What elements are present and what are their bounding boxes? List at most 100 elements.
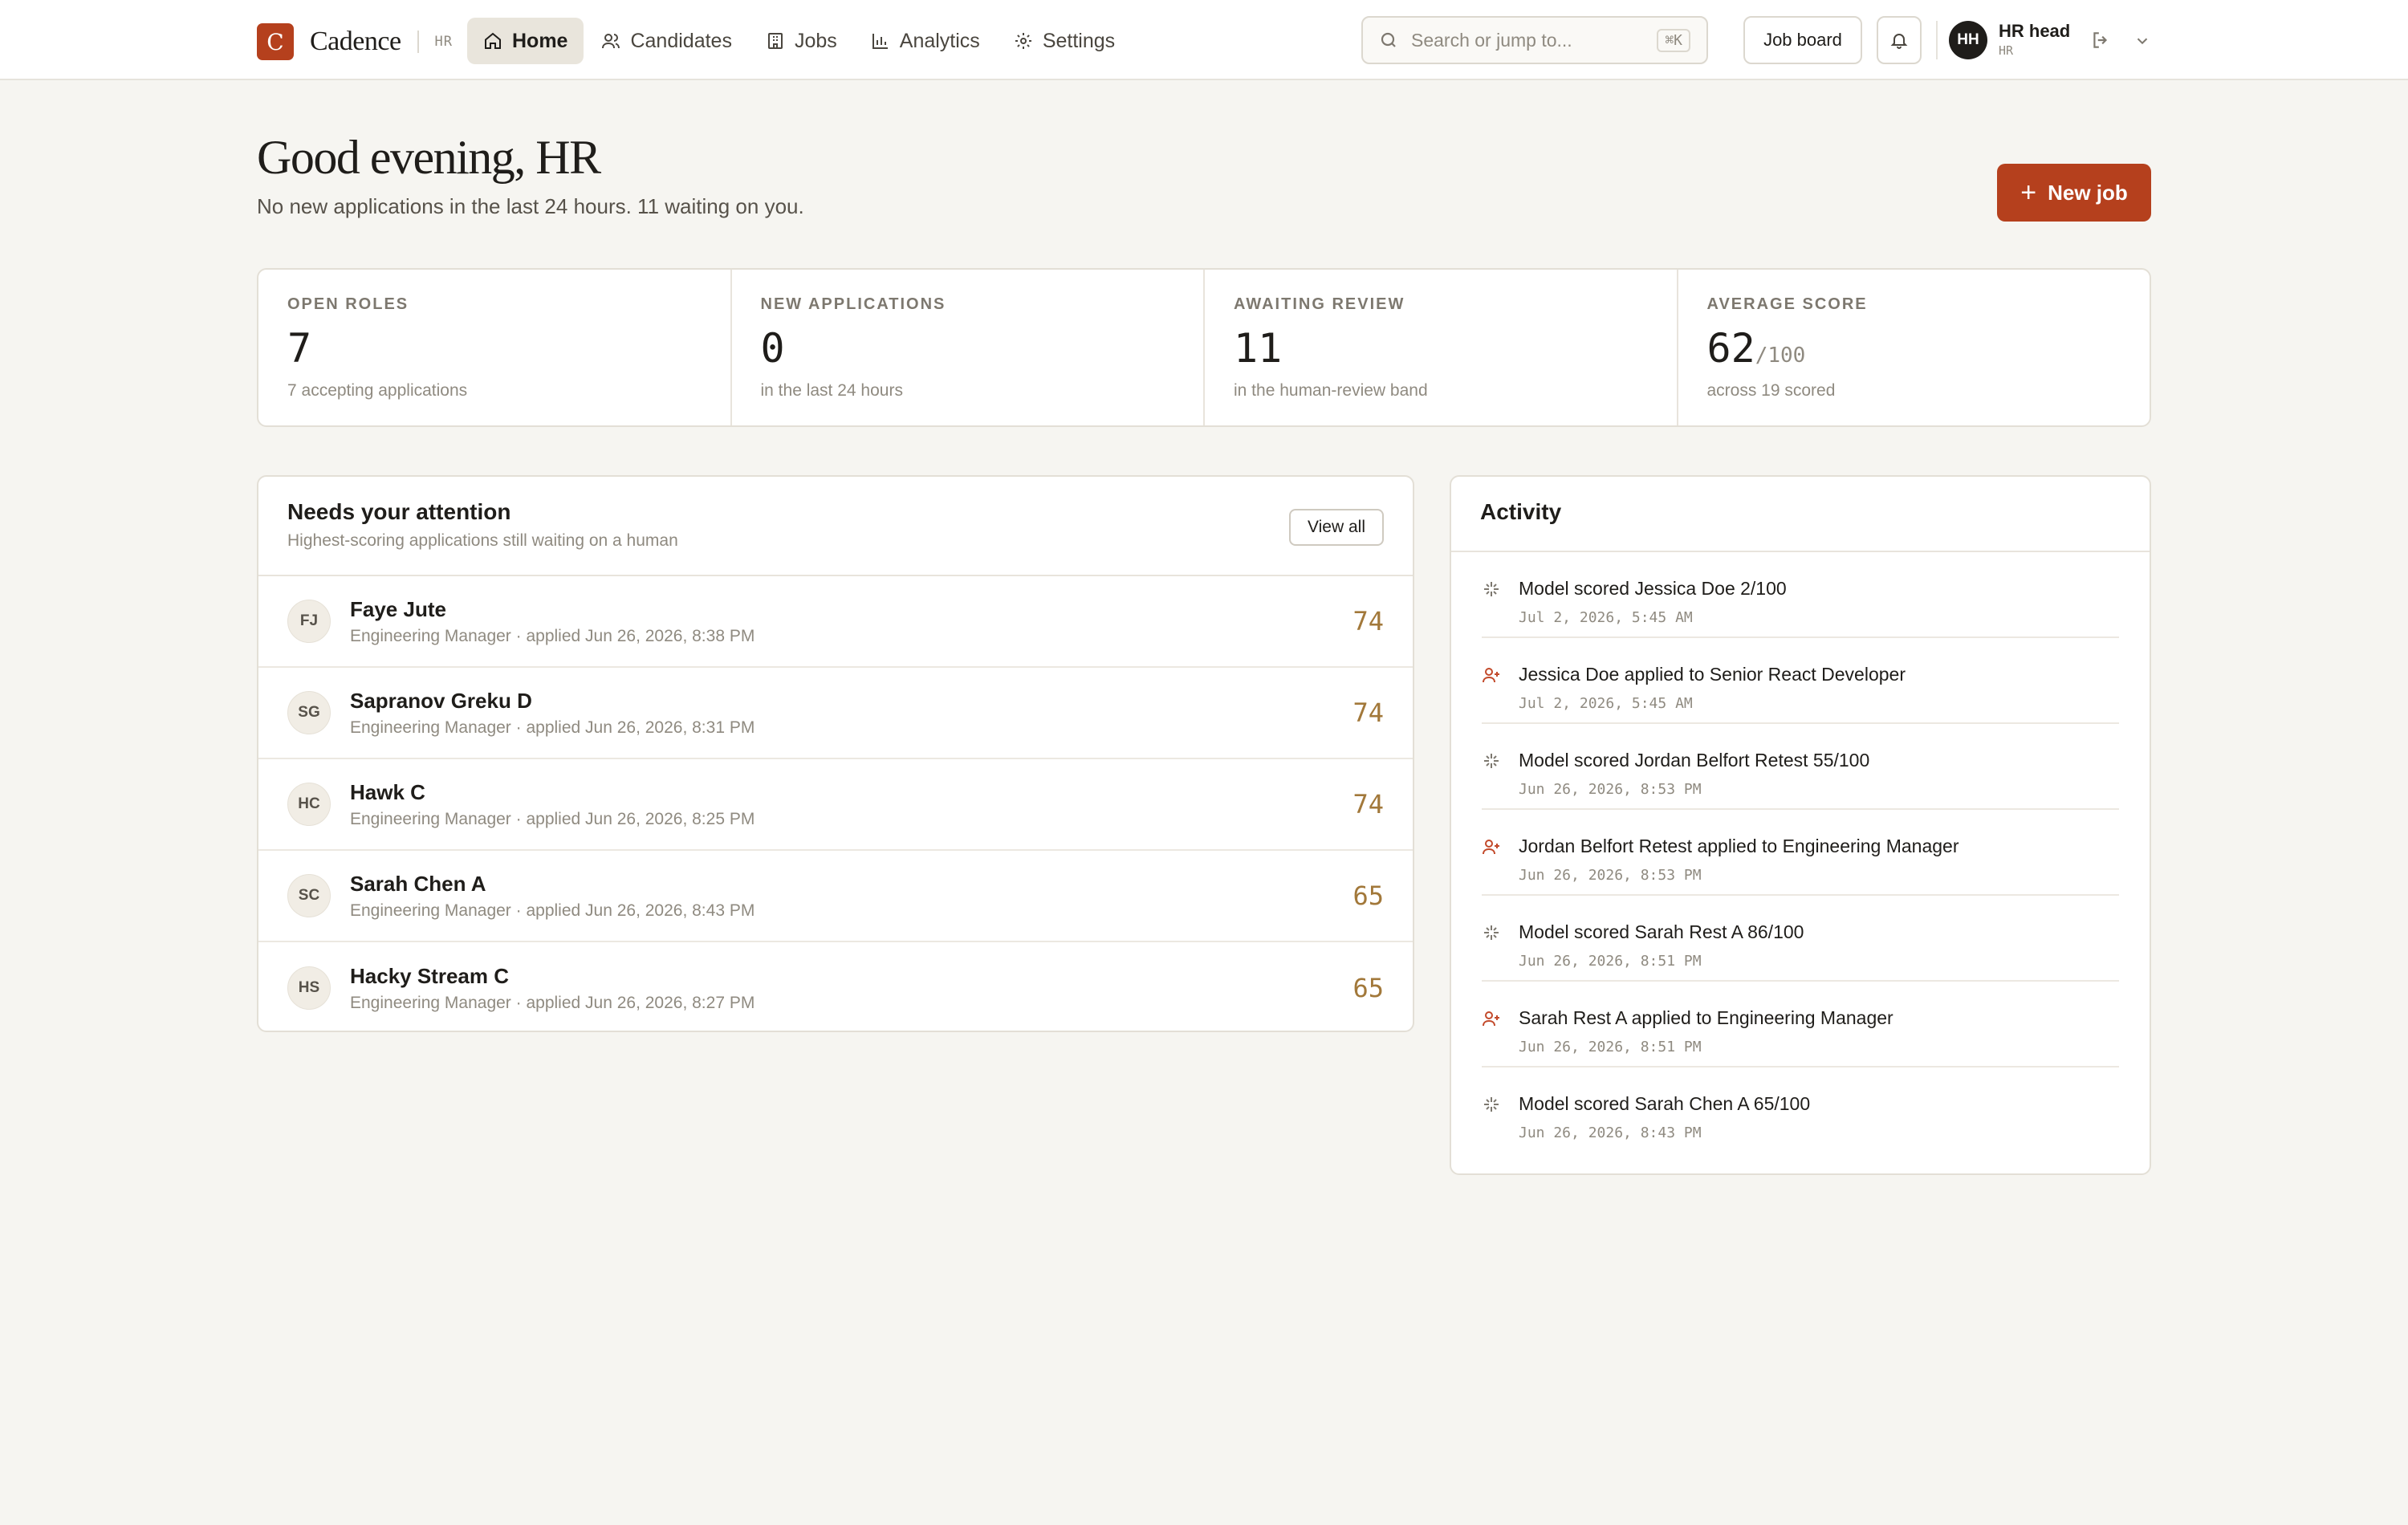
nav-jobs[interactable]: Jobs: [750, 18, 853, 64]
application-score: 65: [1352, 880, 1384, 911]
activity-text: Jordan Belfort Retest applied to Enginee…: [1519, 836, 1959, 856]
home-icon: [485, 32, 501, 49]
user-avatar[interactable]: HH: [1949, 21, 1987, 59]
stat-label: OPEN ROLES: [287, 295, 409, 313]
attention-subtitle: Highest-scoring applications still waiti…: [287, 531, 678, 550]
application-row[interactable]: SG Sapranov Greku D Engineering Manager ·…: [258, 668, 1413, 759]
application-row[interactable]: HC Hawk C Engineering Manager · applied J…: [258, 759, 1413, 851]
application-score: 74: [1352, 789, 1384, 819]
stats-panel: OPEN ROLES 7 7 accepting applications NE…: [257, 268, 2151, 427]
user-plus-icon: [1483, 1011, 1499, 1027]
activity-item: Jordan Belfort Retest applied to Enginee…: [1482, 810, 2119, 896]
candidate-avatar: HC: [287, 783, 331, 826]
job-board-button[interactable]: Job board: [1743, 16, 1862, 64]
search-icon: [1381, 32, 1396, 47]
candidate-avatar: FJ: [287, 600, 331, 643]
activity-item: Model scored Jessica Doe 2/100 Jul 2, 202…: [1482, 552, 2119, 638]
plus-icon: +: [2020, 177, 2037, 208]
application-score: 65: [1352, 973, 1384, 1003]
notifications-button[interactable]: [1877, 16, 1922, 64]
activity-title: Activity: [1480, 499, 1562, 524]
activity-item: Sarah Rest A applied to Engineering Mana…: [1482, 982, 2119, 1068]
attention-title: Needs your attention: [287, 499, 511, 524]
nav-home[interactable]: Home: [467, 18, 584, 64]
application-row[interactable]: FJ Faye Jute Engineering Manager · applie…: [258, 576, 1413, 668]
activity-list: Model scored Jessica Doe 2/100 Jul 2, 202…: [1451, 552, 2150, 1153]
sparkle-icon: [1484, 925, 1499, 940]
stat-average-score: AVERAGE SCORE 62/100 across 19 scored: [1678, 270, 2150, 425]
search-shortcut: ⌘K: [1657, 28, 1690, 52]
stat-value: 62/100: [1706, 325, 1806, 372]
users-icon: [602, 34, 620, 49]
page-title: Good evening, HR: [257, 131, 601, 184]
new-job-button[interactable]: + New job: [1997, 164, 2151, 222]
activity-time: Jul 2, 2026, 5:45 AM: [1519, 609, 1693, 626]
new-job-label: New job: [2048, 180, 2128, 205]
application-score: 74: [1352, 697, 1384, 728]
application-meta: Engineering Manager · applied Jun 26, 20…: [350, 809, 755, 828]
stat-label: NEW APPLICATIONS: [760, 295, 946, 313]
stat-label: AVERAGE SCORE: [1706, 295, 1868, 313]
nav-candidates[interactable]: Candidates: [585, 18, 747, 64]
user-plus-icon: [1483, 840, 1499, 855]
search-box[interactable]: ⌘K: [1361, 16, 1708, 64]
application-row[interactable]: SC Sarah Chen A Engineering Manager · app…: [258, 851, 1413, 942]
activity-text: Model scored Sarah Rest A 86/100: [1519, 921, 1804, 942]
brand-name: Cadence: [310, 26, 401, 56]
activity-time: Jun 26, 2026, 8:53 PM: [1519, 781, 1702, 798]
logout-icon[interactable]: [2090, 30, 2111, 51]
nav-settings[interactable]: Settings: [998, 18, 1131, 64]
nav-candidates-label: Candidates: [630, 29, 732, 52]
stat-note: across 19 scored: [1706, 381, 1836, 400]
search-input[interactable]: [1411, 29, 1658, 51]
candidate-avatar: SG: [287, 691, 331, 734]
attention-card: Needs your attention Highest-scoring app…: [257, 475, 1414, 1032]
user-plus-icon: [1483, 668, 1499, 683]
chevron-down-icon[interactable]: [2133, 32, 2151, 50]
user-name: HR head: [1999, 21, 2071, 41]
application-meta: Engineering Manager · applied Jun 26, 20…: [350, 626, 755, 645]
activity-item: Jessica Doe applied to Senior React Deve…: [1482, 638, 2119, 724]
nav-home-label: Home: [512, 29, 568, 52]
stat-note: 7 accepting applications: [287, 381, 468, 400]
stat-open-roles: OPEN ROLES 7 7 accepting applications: [258, 270, 732, 425]
activity-item: Model scored Sarah Rest A 86/100 Jun 26, …: [1482, 896, 2119, 982]
nav-analytics-label: Analytics: [899, 29, 980, 52]
building-icon: [767, 33, 783, 49]
nav-analytics[interactable]: Analytics: [855, 18, 996, 64]
stat-suffix: /100: [1755, 344, 1806, 368]
bar-chart-icon: [872, 34, 888, 49]
page-subtitle: No new applications in the last 24 hours…: [257, 194, 804, 218]
stat-value: 11: [1234, 325, 1283, 372]
activity-time: Jun 26, 2026, 8:53 PM: [1519, 867, 1702, 884]
attention-header: Needs your attention Highest-scoring app…: [258, 477, 1413, 576]
activity-text: Model scored Jordan Belfort Retest 55/10…: [1519, 750, 1870, 771]
brand[interactable]: C Cadence HR: [257, 23, 453, 60]
activity-text: Jessica Doe applied to Senior React Deve…: [1519, 664, 1906, 685]
application-meta: Engineering Manager · applied Jun 26, 20…: [350, 993, 755, 1012]
stat-value: 0: [760, 325, 785, 372]
sparkle-icon: [1484, 582, 1499, 596]
stat-new-applications: NEW APPLICATIONS 0 in the last 24 hours: [732, 270, 1205, 425]
view-all-button[interactable]: View all: [1289, 509, 1384, 546]
activity-time: Jun 26, 2026, 8:43 PM: [1519, 1124, 1702, 1141]
candidate-name: Hacky Stream C: [350, 963, 509, 988]
brand-divider: [417, 31, 419, 53]
gear-icon: [1015, 33, 1031, 49]
activity-item: Model scored Sarah Chen A 65/100 Jun 26, …: [1482, 1068, 2119, 1153]
candidate-name: Hawk C: [350, 779, 425, 804]
candidate-avatar: HS: [287, 966, 331, 1010]
activity-time: Jun 26, 2026, 8:51 PM: [1519, 1039, 1702, 1055]
stat-awaiting-review: AWAITING REVIEW 11 in the human-review b…: [1205, 270, 1678, 425]
nav-jobs-label: Jobs: [794, 29, 837, 52]
application-meta: Engineering Manager · applied Jun 26, 20…: [350, 901, 755, 920]
activity-time: Jul 2, 2026, 5:45 AM: [1519, 695, 1693, 712]
user-divider: [1936, 21, 1938, 59]
candidate-name: Sapranov Greku D: [350, 688, 532, 713]
candidate-avatar: SC: [287, 874, 331, 917]
activity-time: Jun 26, 2026, 8:51 PM: [1519, 953, 1702, 970]
nav-settings-label: Settings: [1042, 29, 1116, 52]
sparkle-icon: [1484, 1097, 1499, 1112]
application-row[interactable]: HS Hacky Stream C Engineering Manager · a…: [258, 942, 1413, 1031]
activity-text: Model scored Jessica Doe 2/100: [1519, 578, 1787, 599]
